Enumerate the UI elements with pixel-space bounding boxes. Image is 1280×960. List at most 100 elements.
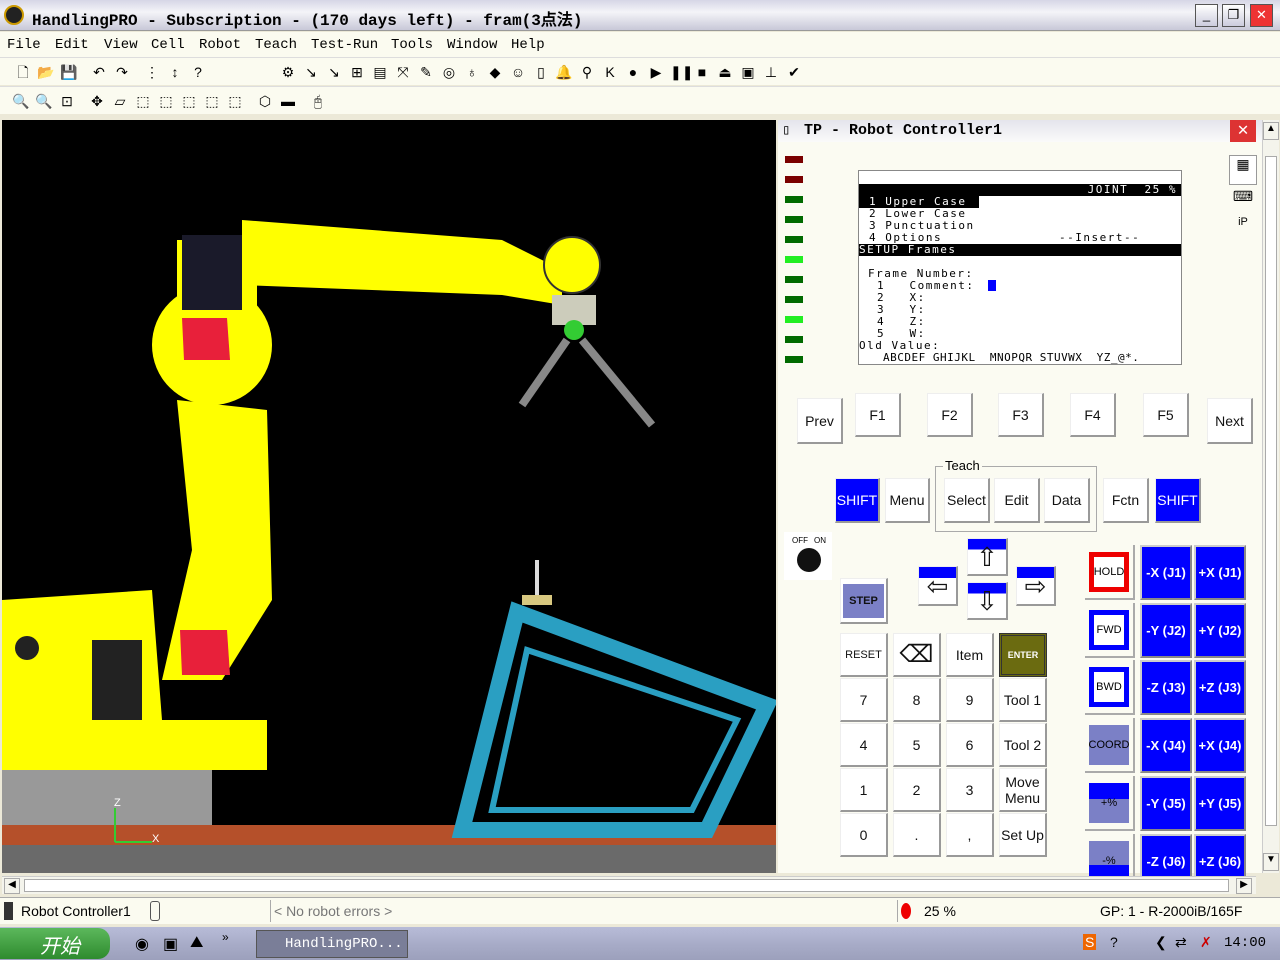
north-icon[interactable]: ↕ bbox=[166, 63, 184, 81]
check-icon[interactable]: ✔ bbox=[785, 63, 803, 81]
keypad-key-[interactable]: . bbox=[893, 813, 941, 857]
alarm-bell-icon[interactable]: 🔔 bbox=[555, 63, 573, 81]
keypad-key-2[interactable]: 2 bbox=[893, 768, 941, 812]
scroll-right-icon[interactable]: ▶ bbox=[1236, 878, 1252, 894]
f1-key[interactable]: F1 bbox=[855, 393, 901, 437]
f2-key[interactable]: F2 bbox=[927, 393, 973, 437]
help-icon[interactable]: ? bbox=[189, 63, 207, 81]
face-icon[interactable]: ☺ bbox=[509, 63, 527, 81]
jog-key-plusminus-zj3[interactable]: +Z (J3) bbox=[1194, 660, 1246, 715]
taskbar-task-handlingpro[interactable]: HandlingPRO... bbox=[256, 930, 408, 958]
step-key[interactable]: STEP bbox=[840, 578, 888, 624]
robot-props-icon[interactable]: ⚙ bbox=[279, 63, 297, 81]
pan-icon[interactable]: ✥ bbox=[88, 92, 106, 110]
arrow-left-key[interactable]: ⇦ bbox=[918, 566, 958, 606]
new-file-icon[interactable]: 🗋 bbox=[14, 63, 32, 81]
grid-display-icon[interactable]: ▦ bbox=[1229, 155, 1257, 185]
redo-icon[interactable]: ↷ bbox=[113, 63, 131, 81]
next-key[interactable]: Next bbox=[1207, 398, 1253, 444]
scroll-left-icon[interactable]: ◀ bbox=[4, 878, 20, 894]
menu-key[interactable]: Menu bbox=[885, 478, 930, 523]
shift-key-left[interactable]: SHIFT bbox=[835, 478, 880, 523]
motion-key-fwd[interactable]: FWD bbox=[1085, 603, 1135, 658]
target-icon[interactable]: ◎ bbox=[440, 63, 458, 81]
menu-view[interactable]: View bbox=[104, 37, 138, 53]
jog-key-minus-yj2[interactable]: -Y (J2) bbox=[1140, 603, 1192, 658]
f5-key[interactable]: F5 bbox=[1143, 393, 1189, 437]
media-player-icon[interactable]: ◉ bbox=[135, 934, 149, 954]
more-icon[interactable]: » bbox=[222, 930, 229, 944]
view-side-icon[interactable]: ⬚ bbox=[157, 92, 175, 110]
menu-teach[interactable]: Teach bbox=[255, 37, 297, 53]
teach-pendant-icon[interactable] bbox=[150, 901, 160, 921]
jog-key-minus-xj4[interactable]: -X (J4) bbox=[1140, 718, 1192, 773]
cell-browser-icon[interactable]: ⋮ bbox=[143, 63, 161, 81]
select-icon[interactable]: ◆ bbox=[486, 63, 504, 81]
ruler-icon[interactable]: ▬ bbox=[279, 92, 297, 110]
kcl-icon[interactable]: K bbox=[601, 63, 619, 81]
tray-back-icon[interactable]: ❮ bbox=[1155, 934, 1167, 951]
close-button[interactable]: ✕ bbox=[1250, 4, 1273, 27]
edit-key[interactable]: Edit bbox=[994, 478, 1040, 523]
quicklaunch-icon[interactable]: ⛰ bbox=[190, 934, 203, 952]
keypad-key-[interactable]: ⌫ bbox=[893, 633, 941, 677]
arrow-up-key[interactable]: ⇧ bbox=[967, 538, 1008, 576]
program-icon[interactable]: ✎ bbox=[417, 63, 435, 81]
zoom-window-icon[interactable]: ⊡ bbox=[58, 92, 76, 110]
scroll-down-icon[interactable]: ▼ bbox=[1263, 853, 1279, 871]
open-folder-icon[interactable]: 📂 bbox=[37, 63, 55, 81]
keypad-key-tool-1[interactable]: Tool 1 bbox=[999, 678, 1047, 722]
motion-key-coord[interactable]: COORD bbox=[1085, 718, 1135, 773]
view-iso-icon[interactable]: ⬚ bbox=[203, 92, 221, 110]
conveyor-icon[interactable]: ⊥ bbox=[762, 63, 780, 81]
motion-key-hold[interactable]: HOLD bbox=[1085, 545, 1135, 600]
jog-key-minus-zj3[interactable]: -Z (J3) bbox=[1140, 660, 1192, 715]
scroll-up-icon[interactable]: ▲ bbox=[1263, 122, 1279, 140]
tray-volume-icon[interactable]: ✗ bbox=[1200, 934, 1212, 951]
menu-tools[interactable]: Tools bbox=[391, 37, 433, 53]
jog-key-plusminus-yj2[interactable]: +Y (J2) bbox=[1194, 603, 1246, 658]
keypad-key-0[interactable]: 0 bbox=[840, 813, 888, 857]
stop-icon[interactable]: ■ bbox=[693, 63, 711, 81]
teach-pendant-icon[interactable]: ▯ bbox=[532, 63, 550, 81]
pause-icon[interactable]: ❚❚ bbox=[670, 63, 693, 81]
undo-icon[interactable]: ↶ bbox=[90, 63, 108, 81]
plane-icon[interactable]: ▱ bbox=[111, 92, 129, 110]
gripper-icon[interactable]: ♁ bbox=[463, 63, 481, 81]
jog-key-minus-yj5[interactable]: -Y (J5) bbox=[1140, 776, 1192, 831]
keypad-key-[interactable]: , bbox=[946, 813, 994, 857]
fctn-key[interactable]: Fctn bbox=[1103, 478, 1149, 523]
mouse-icon[interactable]: 🖰 bbox=[309, 92, 327, 110]
keypad-key-set-up[interactable]: Set Up bbox=[999, 813, 1047, 857]
f3-key[interactable]: F3 bbox=[998, 393, 1044, 437]
arrow-right-key[interactable]: ⇨ bbox=[1016, 566, 1056, 606]
jog-key-minus-xj1[interactable]: -X (J1) bbox=[1140, 545, 1192, 600]
keypad-key-7[interactable]: 7 bbox=[840, 678, 888, 722]
keypad-key-3[interactable]: 3 bbox=[946, 768, 994, 812]
parts-icon[interactable]: ▤ bbox=[371, 63, 389, 81]
frames-icon[interactable]: ⊞ bbox=[348, 63, 366, 81]
shift-key-right[interactable]: SHIFT bbox=[1155, 478, 1201, 523]
keyboard-icon[interactable]: ⌨ bbox=[1229, 188, 1257, 212]
explorer-icon[interactable]: ▣ bbox=[163, 934, 178, 954]
h-scroll-thumb[interactable] bbox=[24, 879, 1229, 892]
menu-cell[interactable]: Cell bbox=[151, 37, 185, 53]
keypad-key-8[interactable]: 8 bbox=[893, 678, 941, 722]
keypad-key-1[interactable]: 1 bbox=[840, 768, 888, 812]
tray-help-icon[interactable]: ? bbox=[1110, 934, 1118, 950]
menu-robot[interactable]: Robot bbox=[199, 37, 241, 53]
jog-key-plusminus-xj1[interactable]: +X (J1) bbox=[1194, 545, 1246, 600]
keypad-key-6[interactable]: 6 bbox=[946, 723, 994, 767]
teach-icon[interactable]: ↘ bbox=[302, 63, 320, 81]
zoom-in-icon[interactable]: 🔍 bbox=[12, 92, 30, 110]
ip-switch-icon[interactable]: iP bbox=[1229, 216, 1257, 244]
data-key[interactable]: Data bbox=[1044, 478, 1090, 523]
eject-icon[interactable]: ⏏ bbox=[716, 63, 734, 81]
keypad-key-move-menu[interactable]: Move Menu bbox=[999, 768, 1047, 812]
panel-icon[interactable]: ▣ bbox=[739, 63, 757, 81]
menu-test-run[interactable]: Test-Run bbox=[311, 37, 378, 53]
jog-key-plusminus-yj5[interactable]: +Y (J5) bbox=[1194, 776, 1246, 831]
workcell-scene[interactable]: Z X bbox=[2, 120, 776, 873]
tray-s-icon[interactable]: S bbox=[1083, 934, 1097, 950]
menu-help[interactable]: Help bbox=[511, 37, 545, 53]
